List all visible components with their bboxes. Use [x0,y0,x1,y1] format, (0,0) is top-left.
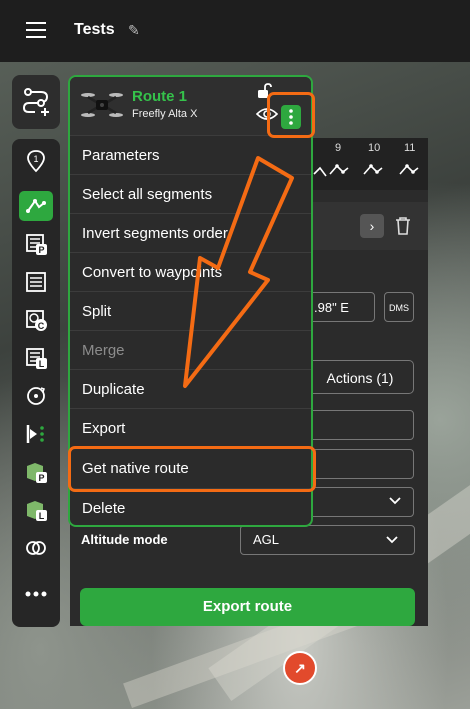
annotation-arrow [183,156,294,388]
